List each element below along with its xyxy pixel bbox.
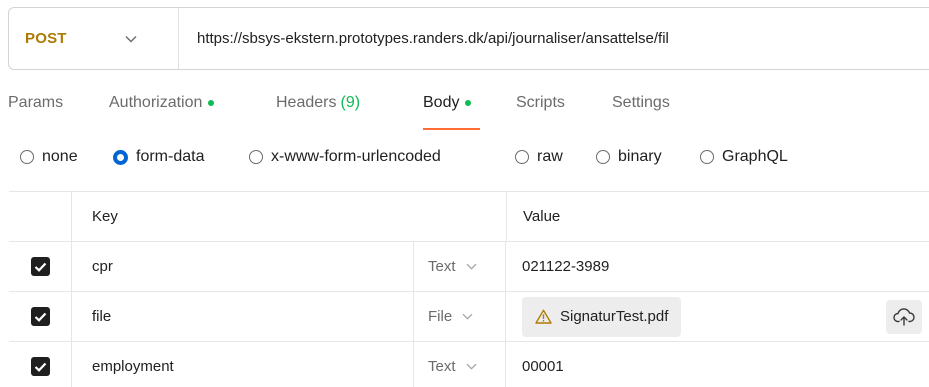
tab-label: Headers bbox=[276, 94, 337, 111]
status-dot bbox=[465, 100, 472, 106]
method-label: POST bbox=[25, 30, 67, 47]
type-label: File bbox=[428, 308, 453, 325]
radio-label: binary bbox=[618, 148, 662, 165]
radio-none[interactable]: none bbox=[20, 148, 78, 166]
request-url-bar: POST https://sbsys-ekstern.prototypes.ra… bbox=[8, 7, 929, 70]
radio-checked-icon bbox=[113, 149, 128, 165]
body-type-selector: none form-data x-www-form-urlencoded raw… bbox=[0, 148, 929, 172]
tab-authorization[interactable]: Authorization bbox=[109, 94, 215, 112]
key-field[interactable]: cpr bbox=[72, 242, 414, 291]
tab-label: Params bbox=[8, 94, 64, 111]
radio-icon bbox=[515, 150, 529, 164]
checkbox-checked-icon[interactable] bbox=[30, 307, 50, 326]
type-selector[interactable]: Text bbox=[414, 342, 506, 387]
type-selector[interactable]: File bbox=[414, 292, 506, 341]
radio-binary[interactable]: binary bbox=[596, 148, 662, 166]
cloud-upload-icon[interactable] bbox=[886, 300, 922, 334]
radio-graphql[interactable]: GraphQL bbox=[700, 148, 788, 166]
table-header-row: Key Value bbox=[9, 192, 929, 242]
key-field[interactable]: employment bbox=[72, 342, 414, 387]
radio-raw[interactable]: raw bbox=[515, 148, 563, 166]
tab-scripts[interactable]: Scripts bbox=[516, 94, 565, 112]
radio-label: GraphQL bbox=[722, 148, 788, 165]
tab-body[interactable]: Body bbox=[423, 94, 472, 112]
radio-x-www-form-urlencoded[interactable]: x-www-form-urlencoded bbox=[249, 148, 441, 166]
radio-label: form-data bbox=[136, 148, 205, 165]
tab-label: Body bbox=[423, 94, 460, 111]
key-field[interactable]: file bbox=[72, 292, 414, 341]
status-dot bbox=[208, 100, 215, 106]
chevron-down-icon bbox=[125, 32, 137, 46]
table-row: cpr Text 021122-3989 bbox=[9, 242, 929, 292]
value-field[interactable]: 00001 bbox=[506, 342, 929, 387]
type-label: Text bbox=[428, 358, 456, 375]
checkbox-checked-icon[interactable] bbox=[30, 357, 50, 376]
tab-settings[interactable]: Settings bbox=[612, 94, 670, 112]
tab-label: Authorization bbox=[109, 94, 203, 111]
checkbox-checked-icon[interactable] bbox=[30, 257, 50, 276]
request-tabs: Params Authorization Headers (9) Body Sc… bbox=[0, 94, 929, 130]
column-header-value: Value bbox=[506, 192, 929, 241]
active-tab-indicator bbox=[423, 128, 480, 130]
radio-label: none bbox=[42, 148, 78, 165]
header-check-cell bbox=[9, 192, 72, 241]
file-name: SignaturTest.pdf bbox=[560, 308, 669, 325]
headers-count: (9) bbox=[340, 94, 361, 111]
radio-label: raw bbox=[537, 148, 563, 165]
radio-label: x-www-form-urlencoded bbox=[271, 148, 441, 165]
tab-headers[interactable]: Headers (9) bbox=[276, 94, 360, 112]
value-field[interactable]: 021122-3989 bbox=[506, 242, 929, 291]
type-selector[interactable]: Text bbox=[414, 242, 506, 291]
table-row: employment Text 00001 bbox=[9, 342, 929, 387]
form-data-table: Key Value cpr Text 021122-3989 file File bbox=[9, 191, 929, 387]
type-label: Text bbox=[428, 258, 456, 275]
url-input[interactable]: https://sbsys-ekstern.prototypes.randers… bbox=[179, 30, 669, 47]
warning-icon bbox=[535, 309, 552, 324]
radio-icon bbox=[249, 150, 263, 164]
row-check-cell bbox=[9, 342, 72, 387]
chevron-down-icon bbox=[466, 361, 477, 373]
radio-form-data[interactable]: form-data bbox=[113, 148, 204, 166]
tab-label: Scripts bbox=[516, 94, 565, 111]
value-cell: SignaturTest.pdf bbox=[506, 292, 929, 341]
column-header-key: Key bbox=[92, 208, 118, 225]
radio-icon bbox=[596, 150, 610, 164]
tab-label: Settings bbox=[612, 94, 670, 111]
row-check-cell bbox=[9, 242, 72, 291]
tab-params[interactable]: Params bbox=[8, 94, 63, 112]
table-row: file File SignaturTest.pdf bbox=[9, 292, 929, 342]
radio-icon bbox=[700, 150, 714, 164]
method-selector[interactable]: POST bbox=[9, 8, 179, 69]
row-check-cell bbox=[9, 292, 72, 341]
radio-icon bbox=[20, 150, 34, 164]
chevron-down-icon bbox=[462, 311, 473, 323]
chevron-down-icon bbox=[466, 261, 477, 273]
file-chip[interactable]: SignaturTest.pdf bbox=[522, 296, 682, 337]
